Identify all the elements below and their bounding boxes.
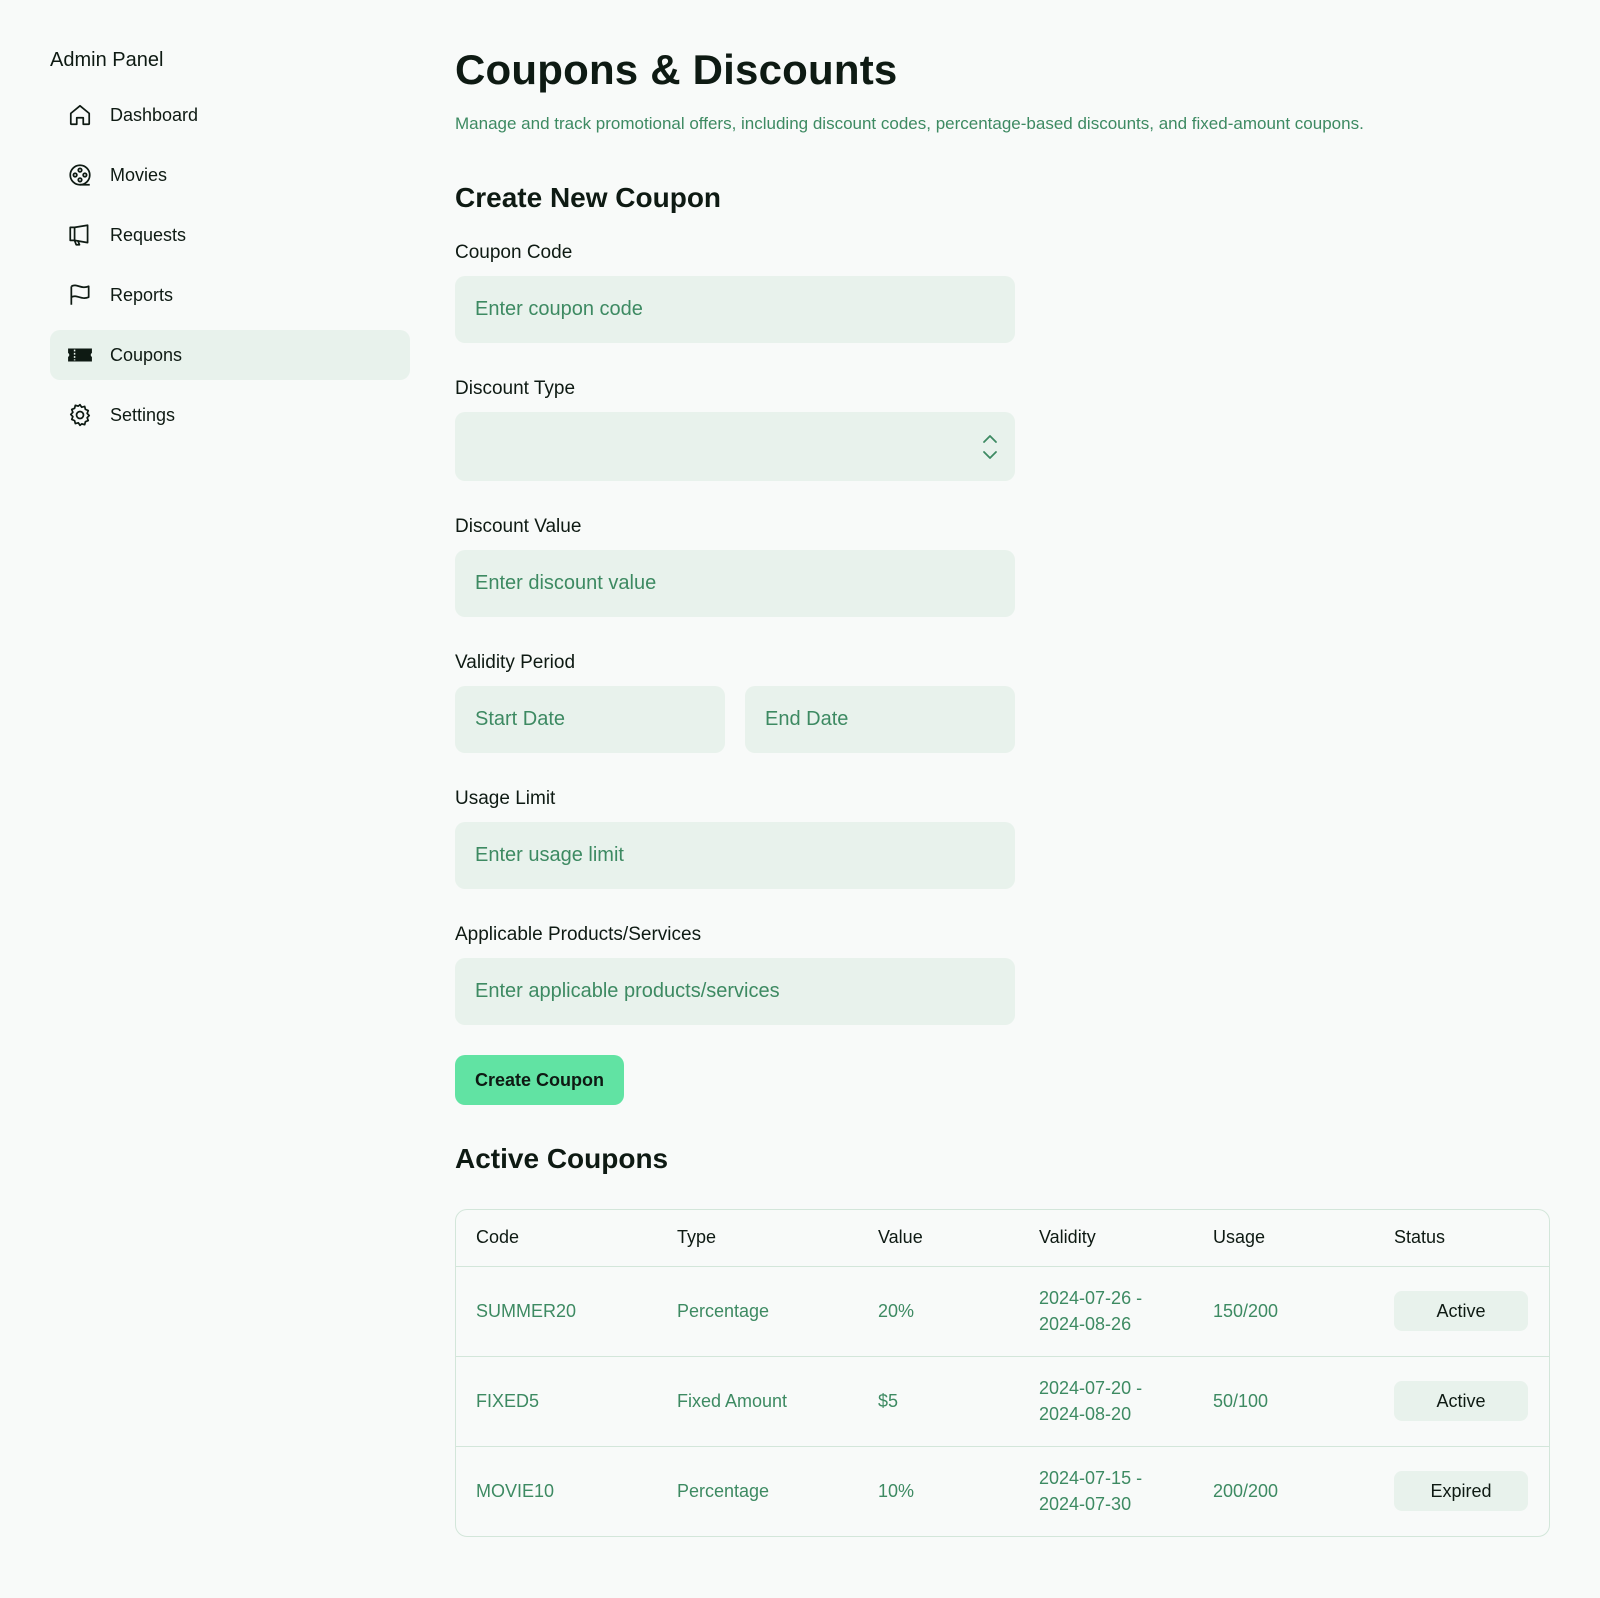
sidebar-item-label: Requests: [110, 224, 187, 245]
sidebar-item-label: Settings: [110, 404, 176, 425]
discount-type-select[interactable]: [455, 412, 1015, 481]
sidebar-item-label: Dashboard: [110, 104, 199, 125]
chevron-up-down-icon: [983, 435, 997, 459]
column-header-status: Status: [1374, 1210, 1549, 1267]
applicable-products-input[interactable]: [455, 958, 1015, 1025]
cell-usage: 50/100: [1193, 1356, 1374, 1447]
coupons-table: Code Type Value Validity Usage Status SU…: [455, 1209, 1550, 1537]
gear-icon: [66, 401, 94, 429]
cell-validity: 2024-07-15 - 2024-07-30: [1019, 1446, 1193, 1536]
sidebar-item-requests[interactable]: Requests: [50, 210, 410, 260]
validity-start: 2024-07-26 -: [1039, 1288, 1143, 1308]
create-coupon-button[interactable]: Create Coupon: [455, 1055, 625, 1105]
sidebar-item-coupons[interactable]: Coupons: [50, 330, 410, 380]
cell-type: Percentage: [677, 1481, 770, 1502]
sidebar-item-dashboard[interactable]: Dashboard: [50, 90, 410, 140]
table-row[interactable]: SUMMER20 Percentage 20% 2024-07-26 - 202…: [456, 1266, 1549, 1357]
main-content: Coupons & Discounts Manage and track pro…: [455, 40, 1550, 1537]
validity-period-group: Validity Period: [455, 650, 1015, 753]
cell-status: Active: [1374, 1266, 1549, 1357]
cell-value: 10%: [878, 1481, 915, 1502]
table-row[interactable]: MOVIE10 Percentage 10% 2024-07-15 - 2024…: [456, 1446, 1549, 1536]
validity-start: 2024-07-15 -: [1039, 1468, 1143, 1489]
cell-type: Fixed Amount: [657, 1356, 858, 1447]
coupon-code-label: Coupon Code: [455, 242, 573, 263]
film-reel-icon: [66, 161, 94, 189]
usage-limit-input[interactable]: [455, 822, 1015, 889]
page-title: Coupons & Discounts: [455, 46, 898, 93]
house-icon: [66, 101, 94, 129]
column-header-type: Type: [657, 1210, 858, 1267]
discount-type-label: Discount Type: [455, 378, 576, 399]
discount-value-input[interactable]: [455, 550, 1015, 617]
cell-status: Active: [1374, 1356, 1549, 1447]
cell-code: MOVIE10: [476, 1481, 555, 1502]
column-header-code: Code: [456, 1210, 657, 1267]
cell-usage: 150/200: [1193, 1266, 1374, 1357]
usage-limit-group: Usage Limit: [455, 786, 1015, 889]
create-coupon-title: Create New Coupon: [455, 182, 722, 213]
megaphone-icon: [66, 221, 94, 249]
active-coupons-title: Active Coupons: [455, 1143, 669, 1174]
flag-icon: [66, 281, 94, 309]
sidebar: Admin Panel Dashboard Movies Requests Re…: [50, 44, 410, 450]
usage-limit-label: Usage Limit: [455, 788, 556, 809]
cell-value: 20%: [858, 1266, 1019, 1357]
cell-value: $5: [858, 1356, 1019, 1447]
validity-end: 2024-07-30: [1039, 1494, 1132, 1515]
table-row[interactable]: FIXED5 Fixed Amount $5 2024-07-20 - 2024…: [456, 1356, 1549, 1447]
column-header-usage: Usage: [1193, 1210, 1374, 1267]
coupon-code-group: Coupon Code: [455, 240, 1015, 343]
sidebar-item-label: Reports: [110, 284, 174, 305]
ticket-icon: [66, 341, 94, 369]
sidebar-item-label: Movies: [110, 164, 168, 185]
cell-usage: 200/200: [1213, 1481, 1279, 1502]
status-badge: Active: [1394, 1291, 1528, 1331]
sidebar-title: Admin Panel: [50, 49, 164, 71]
discount-value-label: Discount Value: [455, 516, 582, 537]
column-header-value: Value: [858, 1210, 1019, 1267]
cell-status: Expired: [1374, 1446, 1549, 1536]
validity-period-label: Validity Period: [455, 652, 576, 673]
coupon-code-input[interactable]: [455, 276, 1015, 343]
cell-validity: 2024-07-26 - 2024-08-26: [1019, 1266, 1193, 1357]
start-date-input[interactable]: [455, 686, 725, 753]
status-badge: Expired: [1394, 1471, 1528, 1512]
sidebar-item-reports[interactable]: Reports: [50, 270, 410, 320]
validity-end: 2024-08-26: [1039, 1314, 1132, 1334]
applicable-products-group: Applicable Products/Services: [455, 922, 1015, 1025]
cell-validity: 2024-07-20 - 2024-08-20: [1019, 1356, 1193, 1447]
sidebar-item-movies[interactable]: Movies: [50, 150, 410, 200]
column-header-validity: Validity: [1019, 1210, 1193, 1267]
cell-code: FIXED5: [456, 1356, 657, 1447]
table-header-row: Code Type Value Validity Usage Status: [456, 1210, 1549, 1267]
validity-date-row: [455, 686, 1015, 753]
status-badge: Active: [1394, 1381, 1528, 1421]
discount-type-group: Discount Type: [455, 376, 1015, 481]
cell-type: Percentage: [657, 1266, 858, 1357]
sidebar-item-label: Coupons: [110, 344, 183, 365]
discount-value-group: Discount Value: [455, 514, 1015, 617]
end-date-input[interactable]: [745, 686, 1015, 753]
page-subtitle: Manage and track promotional offers, inc…: [455, 114, 1364, 133]
validity-start: 2024-07-20 -: [1039, 1378, 1143, 1398]
cell-code: SUMMER20: [456, 1266, 657, 1357]
sidebar-item-settings[interactable]: Settings: [50, 390, 410, 440]
validity-end: 2024-08-20: [1039, 1404, 1132, 1424]
applicable-products-label: Applicable Products/Services: [455, 924, 702, 945]
